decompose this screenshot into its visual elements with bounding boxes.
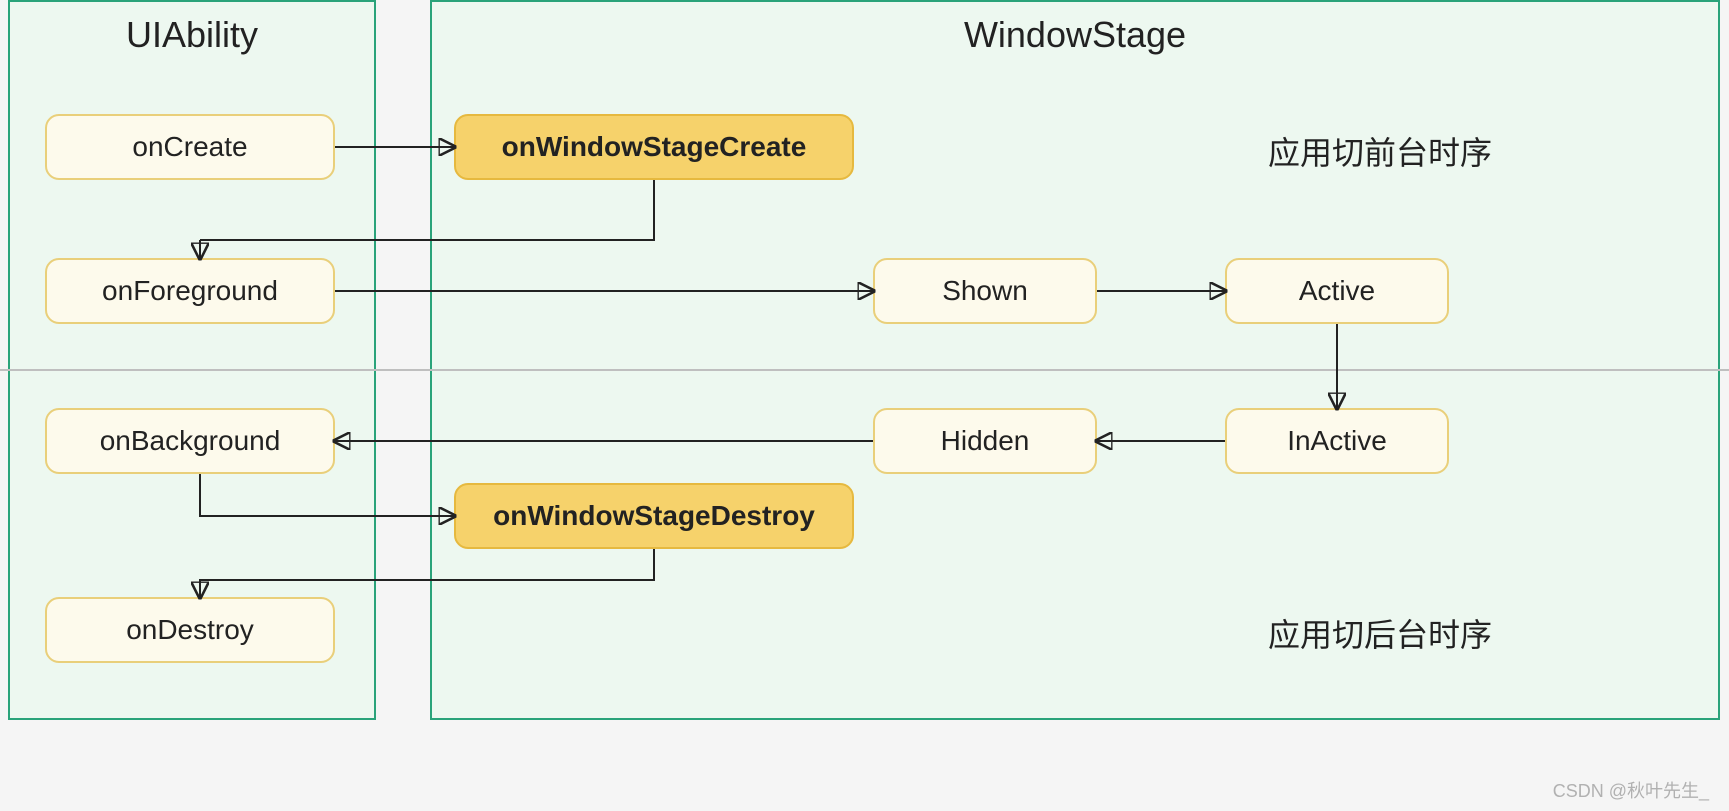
node-hidden: Hidden <box>873 408 1097 474</box>
node-shown: Shown <box>873 258 1097 324</box>
node-onwindowstagedestroy: onWindowStageDestroy <box>454 483 854 549</box>
panel-windowstage-title: WindowStage <box>432 14 1718 56</box>
panel-windowstage: WindowStage <box>430 0 1720 720</box>
panel-uiability-title: UIAbility <box>10 14 374 56</box>
node-oncreate: onCreate <box>45 114 335 180</box>
node-inactive: InActive <box>1225 408 1449 474</box>
node-onwindowstagecreate: onWindowStageCreate <box>454 114 854 180</box>
node-onbackground: onBackground <box>45 408 335 474</box>
divider-line <box>0 369 1729 371</box>
diagram-canvas: UIAbility WindowStage 应用切前台时序 应用切后台时序 on… <box>0 0 1729 811</box>
foreground-sequence-label: 应用切前台时序 <box>1268 128 1492 174</box>
watermark: CSDN @秋叶先生_ <box>1553 777 1709 803</box>
background-sequence-label: 应用切后台时序 <box>1268 610 1492 656</box>
node-active: Active <box>1225 258 1449 324</box>
node-onforeground: onForeground <box>45 258 335 324</box>
node-ondestroy: onDestroy <box>45 597 335 663</box>
